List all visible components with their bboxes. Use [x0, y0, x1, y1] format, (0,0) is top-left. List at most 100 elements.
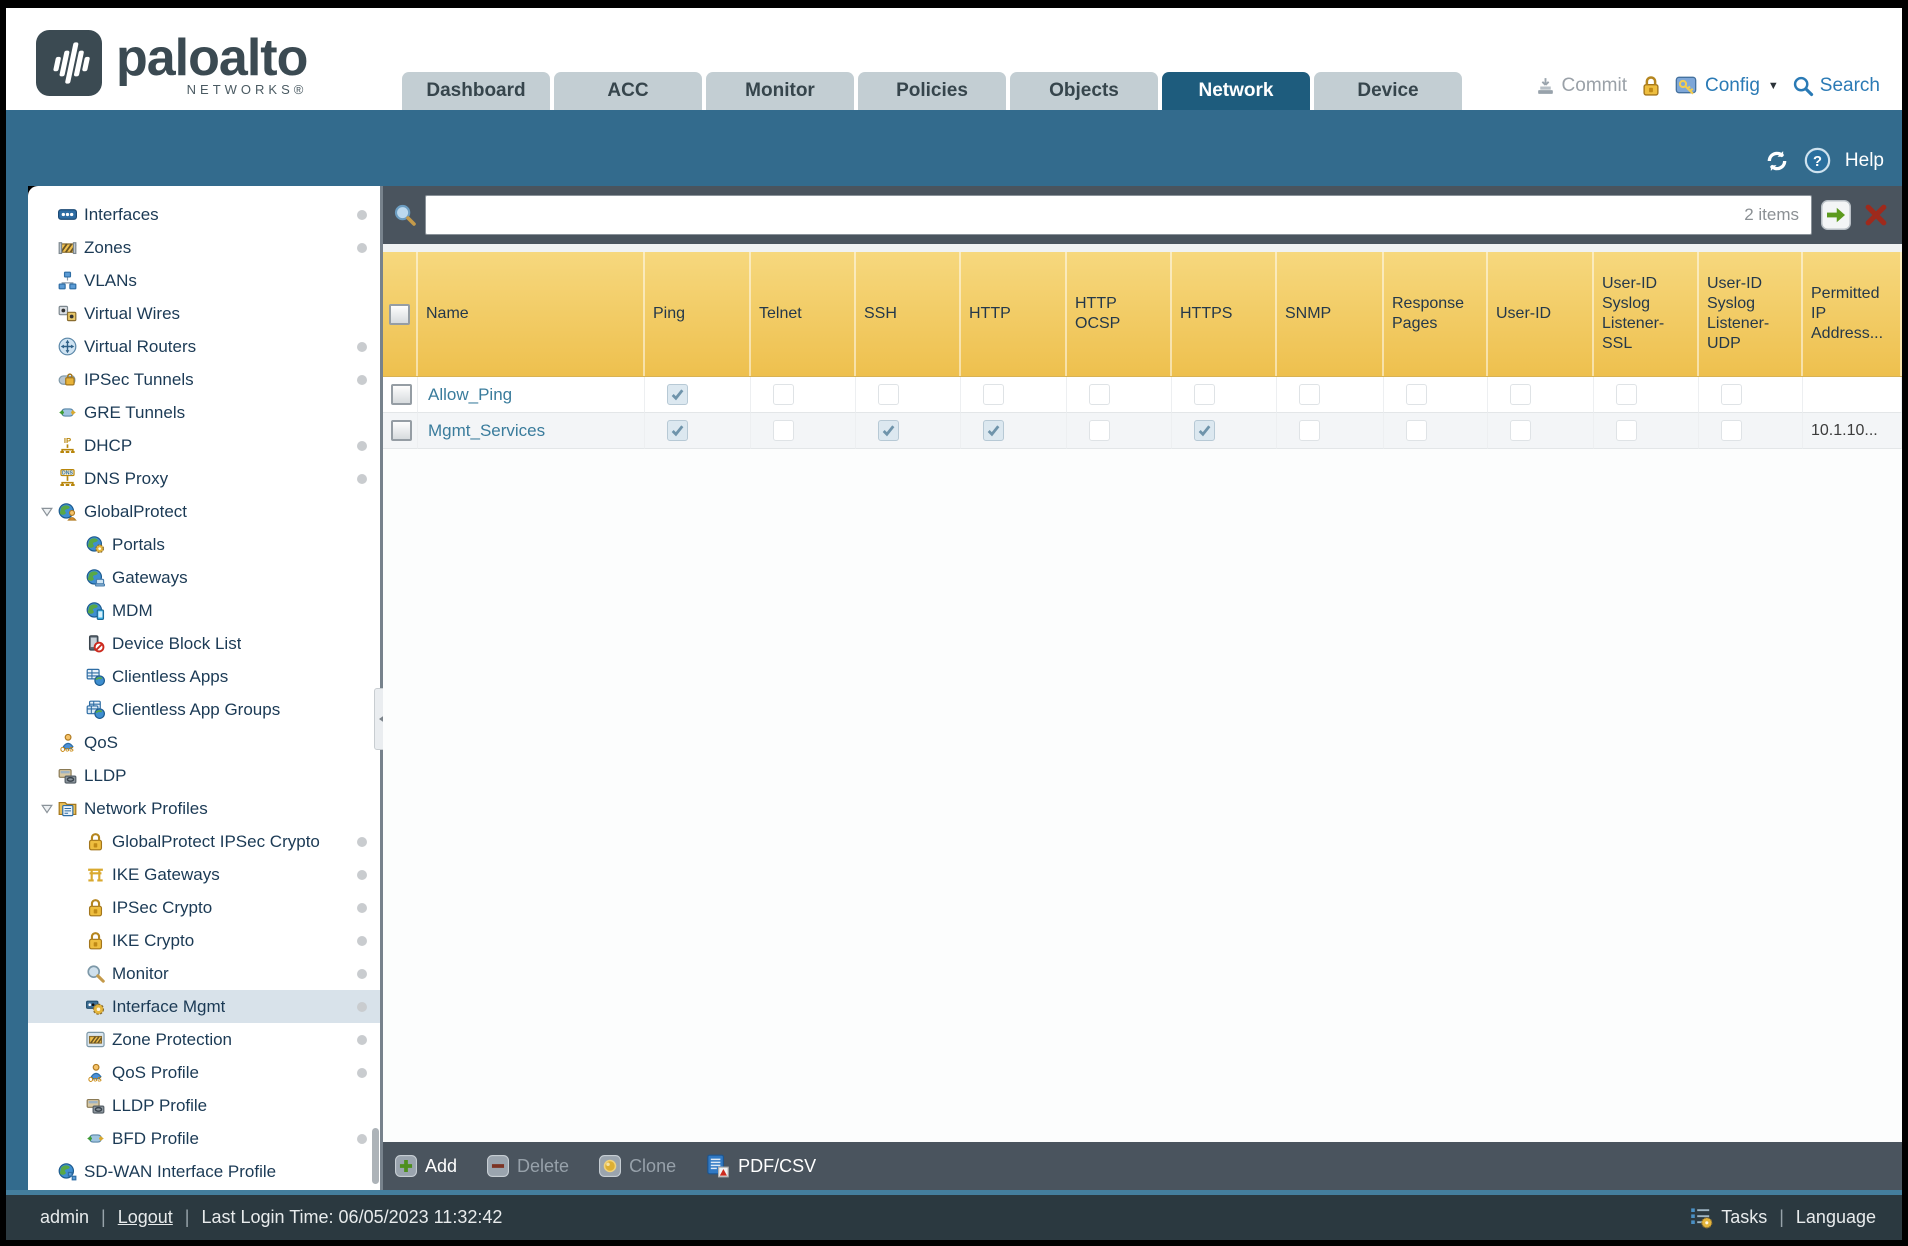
logout-link[interactable]: Logout: [118, 1207, 173, 1228]
sidebar-item-network-profiles[interactable]: Network Profiles: [28, 792, 380, 825]
tab-acc[interactable]: ACC: [554, 72, 702, 110]
snmp-checkbox[interactable]: [1299, 384, 1320, 405]
column-header-permitted-ip-address[interactable]: Permitted IP Address...: [1803, 252, 1902, 376]
lock-status-icon[interactable]: [1640, 75, 1662, 97]
http-ocsp-checkbox[interactable]: [1089, 384, 1110, 405]
sidebar-item-dhcp[interactable]: IPDHCP: [28, 429, 380, 462]
help-label[interactable]: Help: [1845, 150, 1884, 172]
response-pages-checkbox[interactable]: [1406, 420, 1427, 441]
http-checkbox[interactable]: [983, 420, 1004, 441]
sidebar-item-ike-gateways[interactable]: IKE Gateways: [28, 858, 380, 891]
user-id-syslog-listener-udp-checkbox[interactable]: [1721, 384, 1742, 405]
column-header-response-pages[interactable]: Response Pages: [1384, 252, 1488, 376]
sidebar-item-sd-wan-interface-profile[interactable]: SD-WAN Interface Profile: [28, 1155, 380, 1188]
sidebar-item-mdm[interactable]: MDM: [28, 594, 380, 627]
delete-button[interactable]: Delete: [487, 1155, 569, 1177]
tab-monitor[interactable]: Monitor: [706, 72, 854, 110]
sidebar-item-qos-profile[interactable]: QoSQoS Profile: [28, 1056, 380, 1089]
user-id-syslog-listener-ssl-checkbox[interactable]: [1616, 420, 1637, 441]
sidebar-item-lldp-profile[interactable]: LLDP Profile: [28, 1089, 380, 1122]
tab-device[interactable]: Device: [1314, 72, 1462, 110]
profile-name-link[interactable]: Allow_Ping: [418, 385, 512, 405]
clear-filter-button[interactable]: [1860, 199, 1892, 231]
portals-icon: [86, 535, 105, 554]
clone-button[interactable]: Clone: [599, 1155, 676, 1177]
sidebar-item-virtual-routers[interactable]: Virtual Routers: [28, 330, 380, 363]
tab-dashboard[interactable]: Dashboard: [402, 72, 550, 110]
sidebar-item-gateways[interactable]: Gateways: [28, 561, 380, 594]
row-select-checkbox[interactable]: [391, 384, 412, 405]
tab-network[interactable]: Network: [1162, 72, 1310, 110]
refresh-icon[interactable]: [1764, 148, 1790, 174]
add-button[interactable]: Add: [395, 1155, 457, 1177]
https-checkbox[interactable]: [1194, 420, 1215, 441]
sidebar-item-clientless-apps[interactable]: Clientless Apps: [28, 660, 380, 693]
column-header-snmp[interactable]: SNMP: [1277, 252, 1384, 376]
column-header-name[interactable]: Name: [418, 252, 645, 376]
column-header-https[interactable]: HTTPS: [1172, 252, 1277, 376]
ping-checkbox[interactable]: [667, 420, 688, 441]
config-menu[interactable]: Config ▼: [1675, 74, 1779, 98]
column-header-user-id-syslog-listener-udp[interactable]: User-ID Syslog Listener-UDP: [1699, 252, 1803, 376]
help-icon[interactable]: ?: [1804, 147, 1831, 174]
snmp-checkbox[interactable]: [1299, 420, 1320, 441]
sidebar-item-zones[interactable]: Zones: [28, 231, 380, 264]
sidebar-item-dns-proxy[interactable]: DNSDNS Proxy: [28, 462, 380, 495]
sidebar-scrollbar-thumb[interactable]: [372, 1128, 379, 1184]
sidebar-item-qos[interactable]: QoSQoS: [28, 726, 380, 759]
user-id-checkbox[interactable]: [1510, 384, 1531, 405]
http-checkbox[interactable]: [983, 384, 1004, 405]
ssh-checkbox[interactable]: [878, 420, 899, 441]
sidebar-item-zone-protection[interactable]: Zone Protection: [28, 1023, 380, 1056]
column-header-telnet[interactable]: Telnet: [751, 252, 856, 376]
tab-policies[interactable]: Policies: [858, 72, 1006, 110]
column-header-http[interactable]: HTTP: [961, 252, 1067, 376]
sidebar-item-globalprotect-ipsec-crypto[interactable]: GlobalProtect IPSec Crypto: [28, 825, 380, 858]
ping-checkbox[interactable]: [667, 384, 688, 405]
pdf-csv-button[interactable]: PDF/CSV: [706, 1154, 816, 1178]
column-header-http-ocsp[interactable]: HTTP OCSP: [1067, 252, 1172, 376]
sidebar-item-virtual-wires[interactable]: Virtual Wires: [28, 297, 380, 330]
user-id-syslog-listener-ssl-checkbox[interactable]: [1616, 384, 1637, 405]
commit-button[interactable]: Commit: [1535, 75, 1627, 97]
select-all-checkbox[interactable]: [389, 304, 410, 325]
expand-triangle-icon[interactable]: [36, 506, 58, 518]
apply-filter-button[interactable]: [1820, 199, 1852, 231]
sidebar-item-ipsec-tunnels[interactable]: IPSec Tunnels: [28, 363, 380, 396]
sidebar-item-interface-mgmt[interactable]: Interface Mgmt: [28, 990, 380, 1023]
https-checkbox[interactable]: [1194, 384, 1215, 405]
filter-input[interactable]: 2 items: [425, 195, 1812, 235]
sidebar-item-portals[interactable]: Portals: [28, 528, 380, 561]
user-id-checkbox[interactable]: [1510, 420, 1531, 441]
column-header-ssh[interactable]: SSH: [856, 252, 961, 376]
sidebar-item-interfaces[interactable]: Interfaces: [28, 198, 380, 231]
search-menu[interactable]: Search: [1792, 75, 1880, 97]
sidebar-item-bfd-profile[interactable]: BFD Profile: [28, 1122, 380, 1155]
user-id-syslog-listener-udp-checkbox[interactable]: [1721, 420, 1742, 441]
language-button[interactable]: Language: [1796, 1207, 1876, 1228]
telnet-checkbox[interactable]: [773, 420, 794, 441]
column-header-ping[interactable]: Ping: [645, 252, 751, 376]
sidebar-item-monitor[interactable]: Monitor: [28, 957, 380, 990]
expand-triangle-icon[interactable]: [36, 803, 58, 815]
column-header-user-id[interactable]: User-ID: [1488, 252, 1594, 376]
tab-objects[interactable]: Objects: [1010, 72, 1158, 110]
service-cell-http-ocsp: [1067, 377, 1172, 413]
sidebar-item-device-block-list[interactable]: Device Block List: [28, 627, 380, 660]
http-ocsp-checkbox[interactable]: [1089, 420, 1110, 441]
sidebar-item-globalprotect[interactable]: GlobalProtect: [28, 495, 380, 528]
row-select-checkbox[interactable]: [391, 420, 412, 441]
telnet-checkbox[interactable]: [773, 384, 794, 405]
sidebar-item-vlans[interactable]: VLANs: [28, 264, 380, 297]
ssh-checkbox[interactable]: [878, 384, 899, 405]
sidebar-item-gre-tunnels[interactable]: GRE Tunnels: [28, 396, 380, 429]
column-header-user-id-syslog-listener-ssl[interactable]: User-ID Syslog Listener-SSL: [1594, 252, 1699, 376]
sidebar-item-lldp[interactable]: LLDP: [28, 759, 380, 792]
sidebar-item-label: IPSec Crypto: [112, 898, 212, 918]
profile-name-link[interactable]: Mgmt_Services: [418, 421, 545, 441]
sidebar-item-clientless-app-groups[interactable]: Clientless App Groups: [28, 693, 380, 726]
tasks-button[interactable]: Tasks: [1690, 1206, 1767, 1230]
sidebar-item-ipsec-crypto[interactable]: IPSec Crypto: [28, 891, 380, 924]
sidebar-item-ike-crypto[interactable]: IKE Crypto: [28, 924, 380, 957]
response-pages-checkbox[interactable]: [1406, 384, 1427, 405]
